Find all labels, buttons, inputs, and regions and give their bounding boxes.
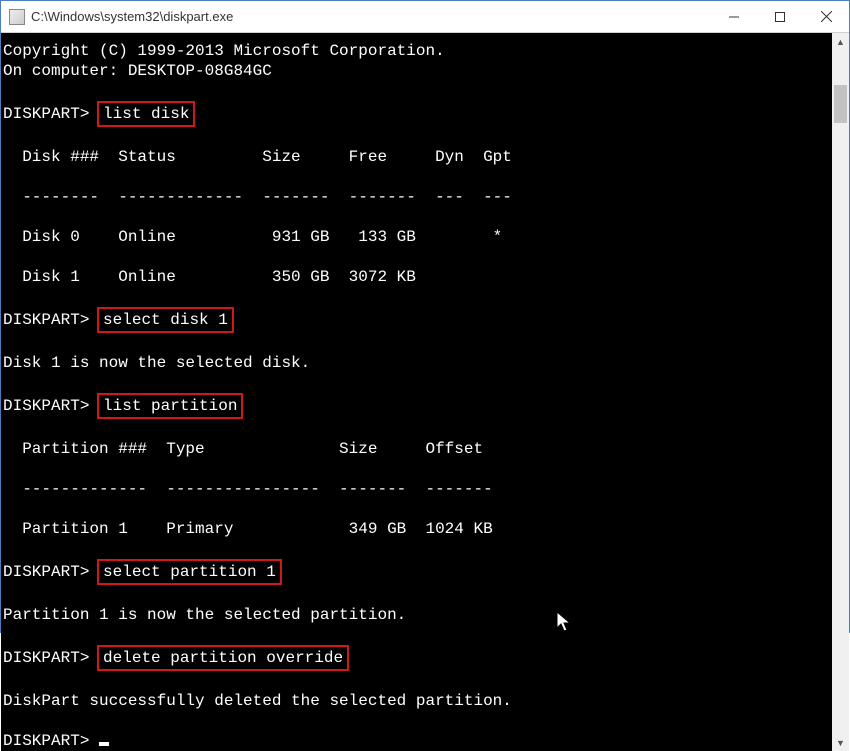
close-button[interactable] [803, 1, 849, 32]
prompt-line-3: DISKPART> list partition [3, 393, 832, 419]
scroll-up-button[interactable]: ▲ [832, 33, 849, 50]
cmd-select-partition: select partition 1 [97, 559, 282, 585]
scroll-down-button[interactable]: ▼ [832, 734, 849, 751]
msg-disk-selected: Disk 1 is now the selected disk. [3, 353, 832, 373]
partition-table-header: Partition ### Type Size Offset [3, 439, 832, 459]
maximize-icon [775, 12, 785, 22]
cmd-list-partition: list partition [97, 393, 243, 419]
prompt: DISKPART> [3, 397, 89, 415]
msg-partition-selected: Partition 1 is now the selected partitio… [3, 605, 832, 625]
disk-table-divider: -------- ------------- ------- ------- -… [3, 187, 832, 207]
cmd-select-disk: select disk 1 [97, 307, 234, 333]
prompt-line-2: DISKPART> select disk 1 [3, 307, 832, 333]
prompt: DISKPART> [3, 563, 89, 581]
partition-row-0: Partition 1 Primary 349 GB 1024 KB [3, 519, 832, 539]
app-icon [9, 9, 25, 25]
copyright-line: Copyright (C) 1999-2013 Microsoft Corpor… [3, 41, 832, 61]
diskpart-window: C:\Windows\system32\diskpart.exe Copyrig… [0, 0, 850, 633]
cursor [99, 742, 109, 746]
msg-partition-deleted: DiskPart successfully deleted the select… [3, 691, 832, 711]
maximize-button[interactable] [757, 1, 803, 32]
close-icon [821, 11, 832, 22]
console-output[interactable]: Copyright (C) 1999-2013 Microsoft Corpor… [1, 33, 832, 751]
partition-table-divider: ------------- ---------------- ------- -… [3, 479, 832, 499]
disk-table-header: Disk ### Status Size Free Dyn Gpt [3, 147, 832, 167]
prompt-line-4: DISKPART> select partition 1 [3, 559, 832, 585]
prompt: DISKPART> [3, 732, 89, 750]
vertical-scrollbar[interactable]: ▲ ▼ [832, 33, 849, 751]
prompt-line-5: DISKPART> delete partition override [3, 645, 832, 671]
console-area: Copyright (C) 1999-2013 Microsoft Corpor… [1, 33, 849, 751]
window-controls [711, 1, 849, 32]
cmd-delete-partition: delete partition override [97, 645, 349, 671]
prompt: DISKPART> [3, 649, 89, 667]
disk-row-0: Disk 0 Online 931 GB 133 GB * [3, 227, 832, 247]
prompt-line-6: DISKPART> [3, 731, 832, 751]
prompt: DISKPART> [3, 105, 89, 123]
titlebar[interactable]: C:\Windows\system32\diskpart.exe [1, 1, 849, 33]
prompt-line-1: DISKPART> list disk [3, 101, 832, 127]
computer-line: On computer: DESKTOP-08G84GC [3, 61, 832, 81]
prompt: DISKPART> [3, 311, 89, 329]
minimize-icon [729, 12, 739, 22]
cmd-list-disk: list disk [97, 101, 195, 127]
window-title: C:\Windows\system32\diskpart.exe [31, 9, 711, 24]
minimize-button[interactable] [711, 1, 757, 32]
disk-row-1: Disk 1 Online 350 GB 3072 KB [3, 267, 832, 287]
scroll-thumb[interactable] [834, 85, 847, 123]
